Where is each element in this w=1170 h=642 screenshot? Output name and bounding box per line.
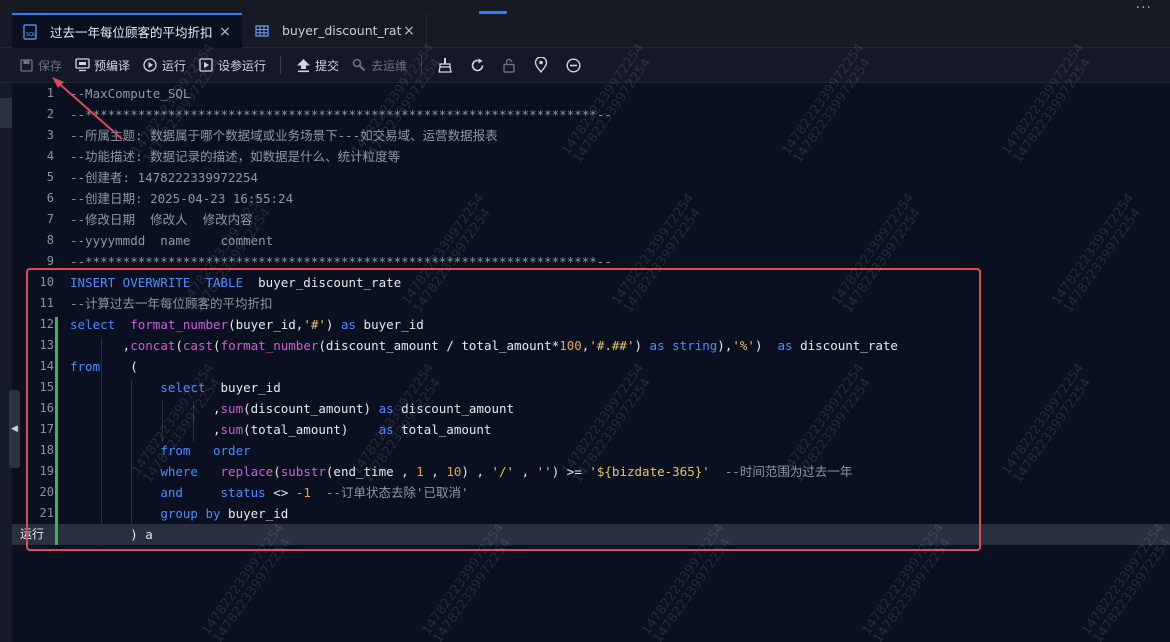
close-icon[interactable]: × <box>218 25 232 39</box>
code-line[interactable]: 4 --功能描述: 数据记录的描述，如数据是什么、统计粒度等 <box>12 146 1170 167</box>
code-text: --功能描述: 数据记录的描述，如数据是什么、统计粒度等 <box>70 146 400 167</box>
line-number: 7 <box>46 212 54 226</box>
code-text: --创建日期: 2025-04-23 16:55:24 <box>70 188 293 209</box>
side-strip <box>0 83 12 642</box>
code-token: --创建者: 1478222339972254 <box>70 170 259 185</box>
play-circle-icon <box>142 57 158 73</box>
play-square-icon <box>198 57 214 73</box>
line-number: 5 <box>46 170 54 184</box>
run-label: 运行 <box>162 58 187 73</box>
devops-label: 去运维 <box>371 58 408 73</box>
code-line[interactable]: 8 --yyyymmdd name comment <box>12 230 1170 251</box>
table-icon <box>254 23 270 39</box>
code-text: --修改日期 修改人 修改内容 <box>70 209 253 230</box>
code-token: --创建日期: 2025-04-23 16:55:24 <box>70 191 294 206</box>
tab-table[interactable]: buyer_discount_rate × <box>244 13 427 48</box>
toolbar-divider <box>280 56 282 74</box>
code-line[interactable]: 6 --创建日期: 2025-04-23 16:55:24 <box>12 188 1170 209</box>
code-line[interactable]: 7 --修改日期 修改人 修改内容 <box>12 209 1170 230</box>
code-text: --创建者: 1478222339972254 <box>70 167 258 188</box>
devops-button[interactable]: 去运维 <box>351 57 407 74</box>
run-with-params-label: 设参运行 <box>218 58 267 73</box>
location-pin-icon[interactable] <box>532 56 550 74</box>
code-line[interactable]: 2 --*************************************… <box>12 104 1170 125</box>
highlight-annotation-box <box>26 268 981 551</box>
submit-label: 提交 <box>315 58 340 73</box>
code-token: --修改日期 修改人 修改内容 <box>70 212 253 227</box>
run-button[interactable]: 运行 <box>142 57 186 74</box>
more-circle-icon[interactable] <box>564 56 582 74</box>
code-token: --**************************************… <box>70 254 612 269</box>
close-icon[interactable]: × <box>402 24 416 38</box>
code-token: --**************************************… <box>70 107 612 122</box>
annotation-arrow <box>52 77 123 140</box>
upload-icon <box>295 57 311 73</box>
run-with-params-button[interactable]: 设参运行 <box>198 57 266 74</box>
tab-label: buyer_discount_rate <box>282 23 402 38</box>
active-indicator <box>479 11 507 14</box>
code-line[interactable]: 5 --创建者: 1478222339972254 <box>12 167 1170 188</box>
code-line[interactable]: 3 --所属主题: 数据属于哪个数据域或业务场景下---如交易域、运营数据报表 <box>12 125 1170 146</box>
code-token: --功能描述: 数据记录的描述，如数据是什么、统计粒度等 <box>70 149 401 164</box>
wrench-icon <box>351 57 367 73</box>
lock-icon[interactable] <box>500 56 518 74</box>
line-number: 8 <box>46 233 54 247</box>
code-text: --**************************************… <box>70 104 612 125</box>
more-icon[interactable]: ··· <box>1136 0 1152 16</box>
tab-bar: SQL 过去一年每位顾客的平均折扣 × buyer_discount_rate … <box>0 0 1170 48</box>
code-text: --yyyymmdd name comment <box>70 230 273 251</box>
collapse-panel-handle[interactable]: ◀ <box>9 390 20 468</box>
toolbar: 保存 预编译 运行 设参运行 提交 去运维 <box>0 48 1170 83</box>
submit-button[interactable]: 提交 <box>295 57 339 74</box>
line-number: 4 <box>46 149 54 163</box>
code-line[interactable]: 1 --MaxCompute_SQL <box>12 83 1170 104</box>
line-number: 6 <box>46 191 54 205</box>
code-token: --yyyymmdd name comment <box>70 233 274 248</box>
broom-icon[interactable] <box>436 56 454 74</box>
toolbar-divider <box>421 56 423 74</box>
refresh-icon[interactable] <box>468 56 486 74</box>
